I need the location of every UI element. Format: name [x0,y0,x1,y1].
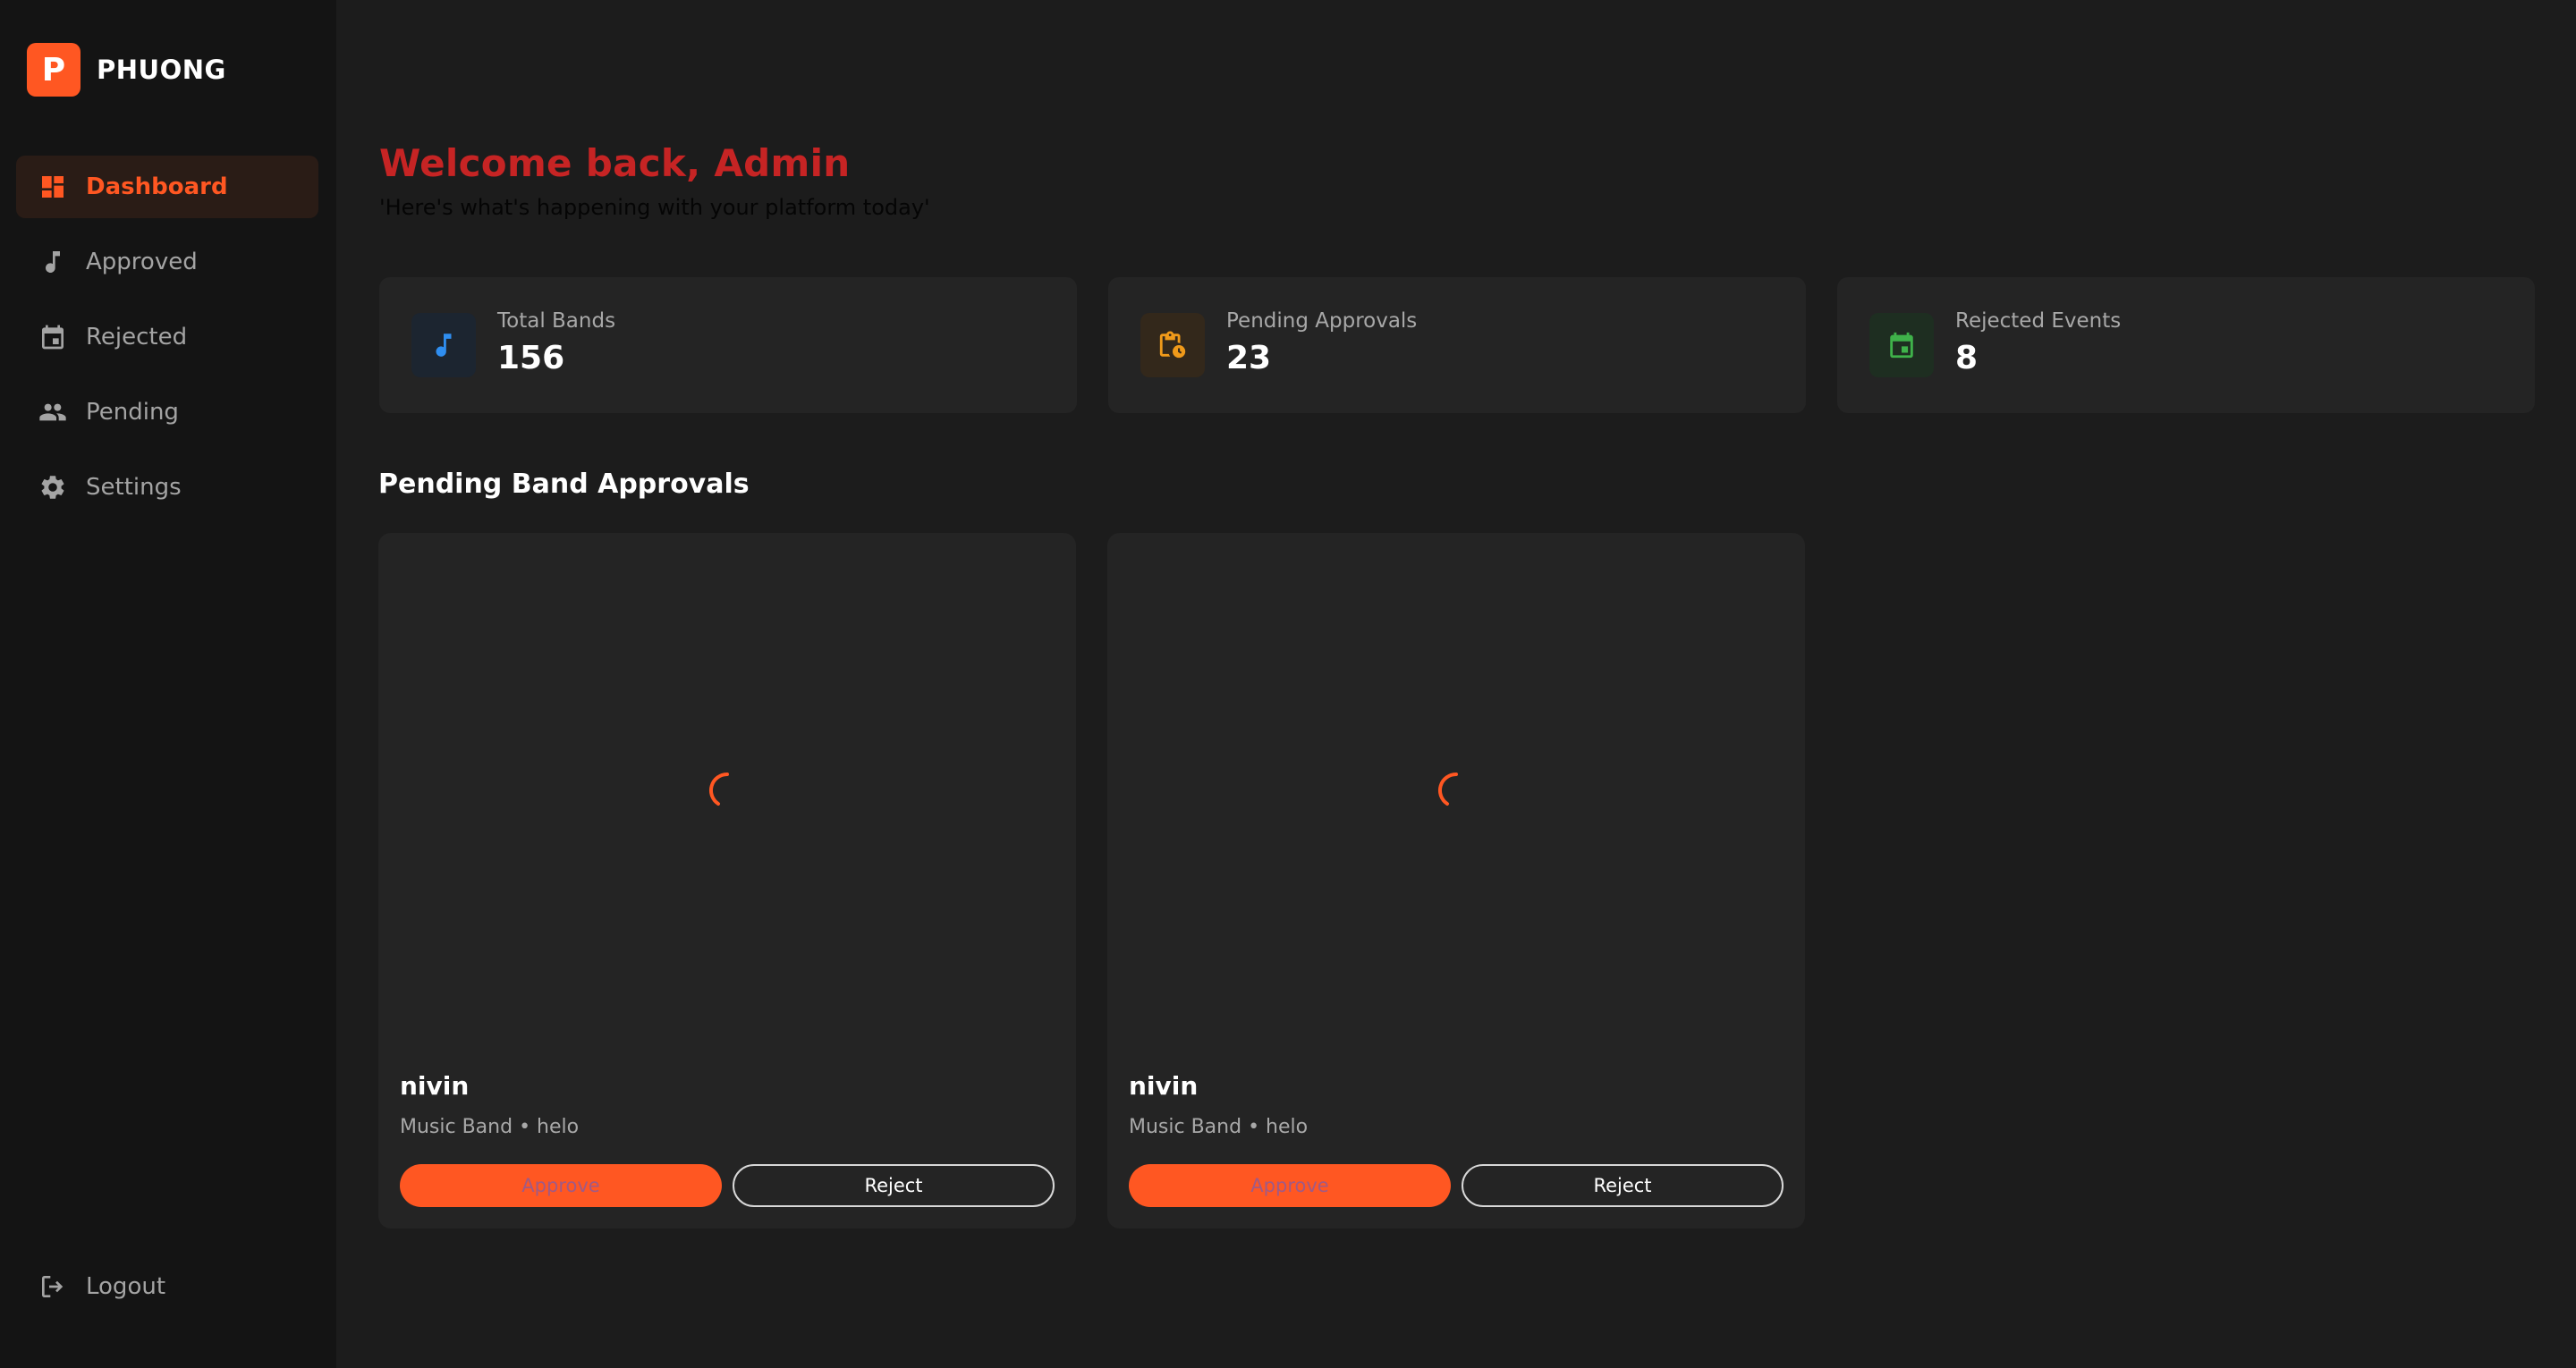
sidebar-item-approved[interactable]: Approved [16,231,318,293]
stat-label: Pending Approvals [1226,309,1418,333]
band-name: nivin [400,1071,470,1101]
stat-value: 23 [1226,340,1272,376]
stat-value: 8 [1955,340,1979,376]
sidebar-item-label: Rejected [86,324,188,350]
main-content: Welcome back, Admin 'Here's what's happe… [336,0,2576,1368]
band-name: nivin [1129,1071,1199,1101]
page-title: Welcome back, Admin [379,141,851,185]
music-note-icon [38,247,68,277]
brand-name: PHUONG [97,55,226,85]
sidebar-item-rejected[interactable]: Rejected [16,306,318,368]
loading-spinner-icon [708,772,729,806]
loading-spinner-icon [1437,772,1458,806]
people-icon [38,397,68,427]
stat-label: Rejected Events [1955,309,2122,333]
music-note-icon [411,313,476,377]
sidebar: P PHUONG Dashboard Approved Rejected Pen… [0,0,336,1368]
band-meta: Music Band • helo [1129,1116,1309,1138]
approve-button[interactable]: Approve [400,1164,722,1207]
brand-logo[interactable]: P PHUONG [27,43,226,97]
stat-card-total-bands: Total Bands 156 [379,277,1077,413]
sidebar-item-label: Dashboard [86,173,228,200]
logout-label: Logout [86,1273,166,1300]
band-meta: Music Band • helo [400,1116,580,1138]
stat-value: 156 [497,340,565,376]
sidebar-item-dashboard[interactable]: Dashboard [16,156,318,218]
calendar-icon [38,322,68,352]
logout-icon [38,1271,68,1302]
logout-button[interactable]: Logout [16,1255,318,1318]
stat-label: Total Bands [497,309,616,333]
band-card: nivin Music Band • helo Approve Reject [1107,533,1805,1229]
dashboard-icon [38,172,68,202]
stat-card-rejected-events: Rejected Events 8 [1837,277,2535,413]
sidebar-item-settings[interactable]: Settings [16,456,318,519]
sidebar-nav: Dashboard Approved Rejected Pending Sett… [16,156,318,531]
reject-button[interactable]: Reject [1462,1164,1784,1207]
section-title: Pending Band Approvals [378,469,750,500]
sidebar-item-label: Pending [86,399,179,426]
stat-card-pending-approvals: Pending Approvals 23 [1108,277,1806,413]
gear-icon [38,472,68,502]
sidebar-item-label: Approved [86,249,198,275]
approve-button[interactable]: Approve [1129,1164,1451,1207]
clipboard-clock-icon [1140,313,1205,377]
calendar-icon [1869,313,1934,377]
sidebar-item-label: Settings [86,474,182,501]
sidebar-item-pending[interactable]: Pending [16,381,318,443]
app-root: P PHUONG Dashboard Approved Rejected Pen… [0,0,2576,1368]
band-card: nivin Music Band • helo Approve Reject [378,533,1076,1229]
page-subtitle: 'Here's what's happening with your platf… [379,195,930,220]
reject-button[interactable]: Reject [733,1164,1055,1207]
logo-badge: P [27,43,80,97]
